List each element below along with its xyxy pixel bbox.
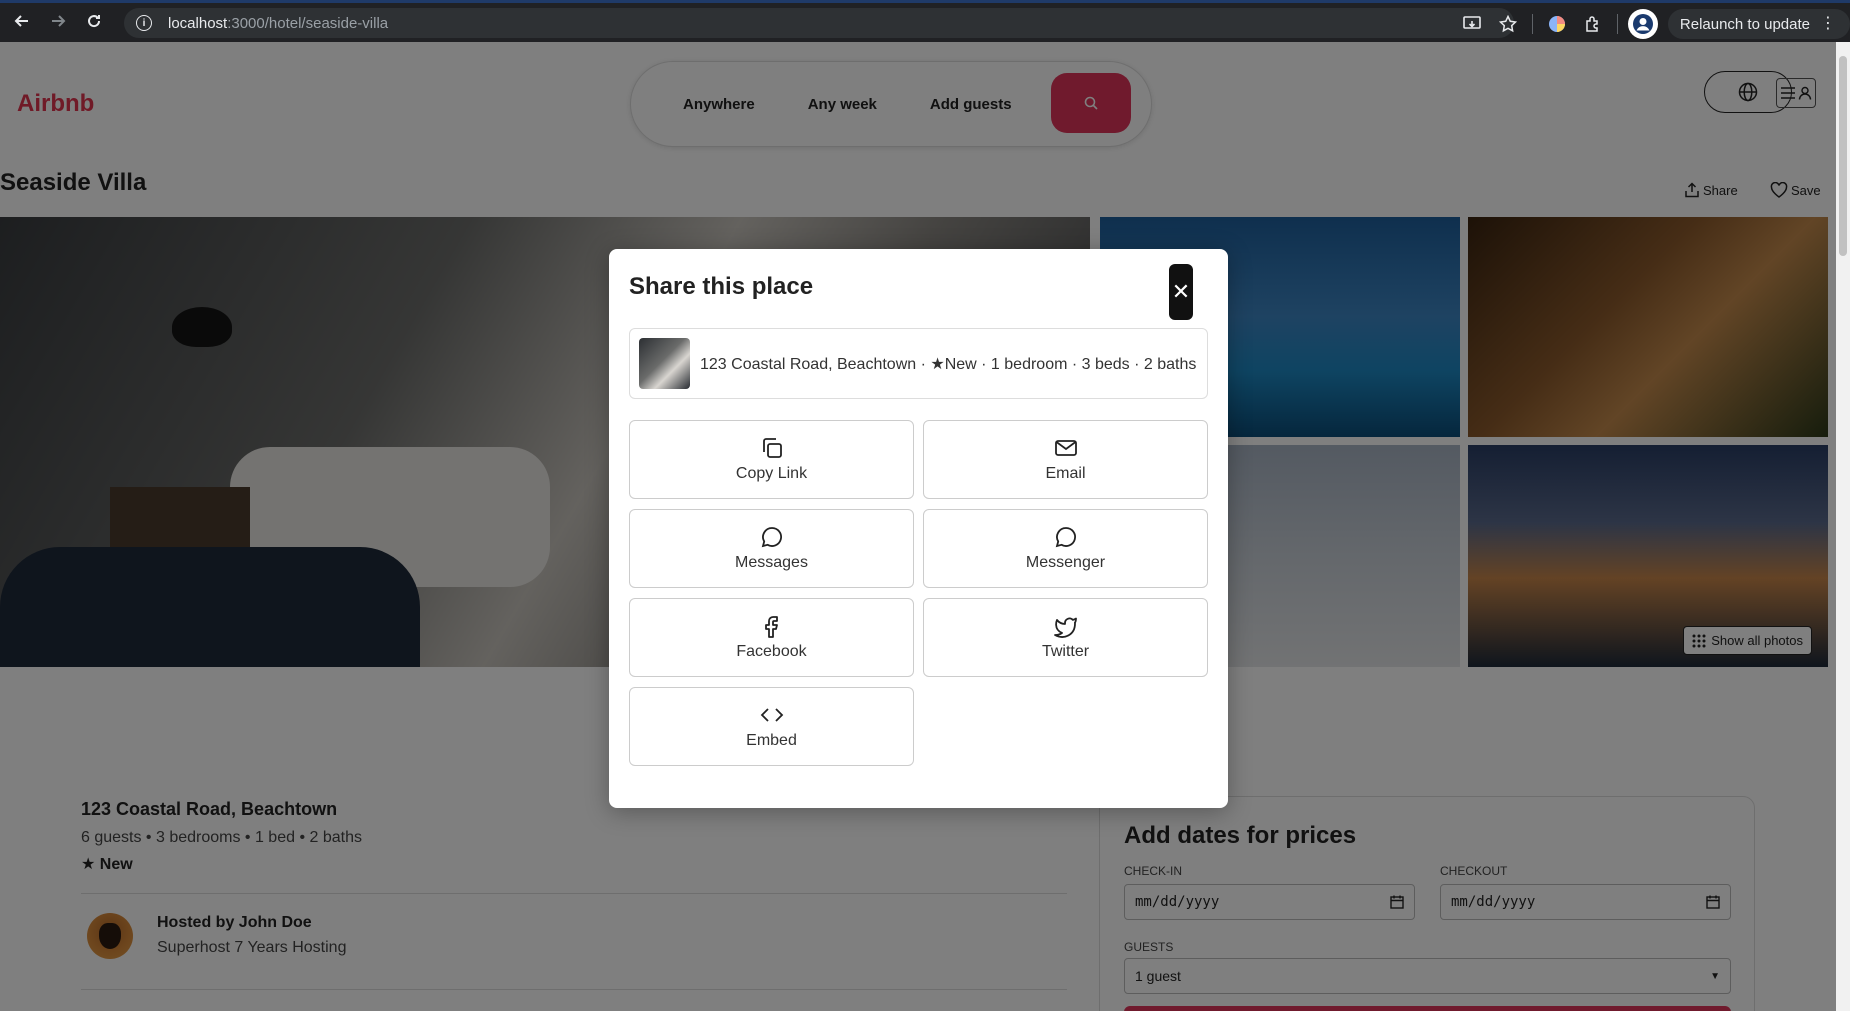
color-extension-icon[interactable] <box>1539 6 1575 42</box>
forward-button[interactable] <box>40 3 76 39</box>
email-button[interactable]: Email <box>923 420 1208 499</box>
facebook-button[interactable]: Facebook <box>629 598 914 677</box>
reload-icon <box>88 15 101 28</box>
messages-button[interactable]: Messages <box>629 509 914 588</box>
twitter-button[interactable]: Twitter <box>923 598 1208 677</box>
listing-summary-card: 123 Coastal Road, Beachtown · ★New · 1 b… <box>629 328 1208 399</box>
option-label: Embed <box>746 732 797 749</box>
relaunch-button[interactable]: Relaunch to update ⋮ <box>1667 9 1850 39</box>
share-modal: Share this place ✕ 123 Coastal Road, Bea… <box>609 249 1228 808</box>
back-button[interactable] <box>4 3 40 39</box>
messenger-button[interactable]: Messenger <box>923 509 1208 588</box>
address-bar[interactable]: i localhost:3000/hotel/seaside-villa <box>124 8 1514 38</box>
arrow-right-icon <box>52 15 66 27</box>
divider <box>1616 14 1618 34</box>
option-label: Twitter <box>1041 643 1090 660</box>
modal-title: Share this place <box>629 273 814 300</box>
url-text: localhost:3000/hotel/seaside-villa <box>168 14 389 32</box>
option-label: Messenger <box>1025 554 1106 571</box>
close-icon: ✕ <box>1171 279 1191 304</box>
arrow-left-icon <box>14 15 28 27</box>
option-label: Copy Link <box>735 465 808 482</box>
scrollbar[interactable] <box>1836 42 1850 1011</box>
option-label: Email <box>1045 465 1086 482</box>
twitter-icon <box>1053 617 1077 638</box>
listing-thumbnail <box>639 338 690 389</box>
listing-summary: 123 Coastal Road, Beachtown · ★New · 1 b… <box>700 355 1197 373</box>
bookmark-star-icon[interactable] <box>1490 6 1526 42</box>
code-icon <box>760 708 783 722</box>
mail-icon <box>1054 440 1077 456</box>
option-label: Messages <box>735 554 808 571</box>
divider <box>1531 14 1533 34</box>
chat-bubble-icon <box>761 527 782 548</box>
reload-button[interactable] <box>76 3 112 39</box>
embed-button[interactable]: Embed <box>629 687 914 766</box>
chat-bubble-icon <box>1055 527 1076 548</box>
copy-icon <box>762 438 782 458</box>
browser-toolbar: i localhost:3000/hotel/seaside-villa Rel… <box>0 0 1850 42</box>
extensions-puzzle-icon[interactable] <box>1575 6 1611 42</box>
close-button[interactable]: ✕ <box>1169 264 1193 320</box>
profile-avatar-icon[interactable] <box>1627 9 1658 39</box>
relaunch-label: Relaunch to update <box>1679 15 1810 33</box>
copy-link-button[interactable]: Copy Link <box>629 420 914 499</box>
site-info-icon[interactable]: i <box>136 15 152 31</box>
facebook-icon <box>764 616 778 638</box>
more-vertical-icon: ⋮ <box>1820 15 1836 32</box>
option-label: Facebook <box>736 643 807 660</box>
install-app-icon[interactable] <box>1454 6 1490 42</box>
